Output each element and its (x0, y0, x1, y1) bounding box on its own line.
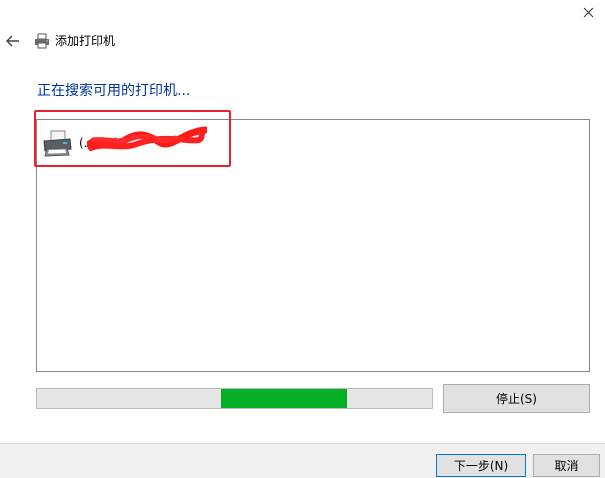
search-progress-bar (36, 388, 433, 409)
window-title: 添加打印机 (55, 34, 116, 48)
highlight-annotation (34, 110, 231, 167)
stop-button[interactable]: 停止(S) (443, 384, 590, 413)
page-heading: 正在搜索可用的打印机... (37, 83, 191, 99)
close-button[interactable] (572, 0, 605, 24)
back-button[interactable] (2, 30, 24, 52)
close-icon (583, 7, 594, 17)
back-arrow-icon (6, 35, 19, 47)
next-button[interactable]: 下一步(N) (436, 454, 526, 477)
cancel-button[interactable]: 取消 (533, 454, 600, 477)
printer-title-icon (35, 33, 49, 49)
progress-fill (220, 389, 348, 408)
